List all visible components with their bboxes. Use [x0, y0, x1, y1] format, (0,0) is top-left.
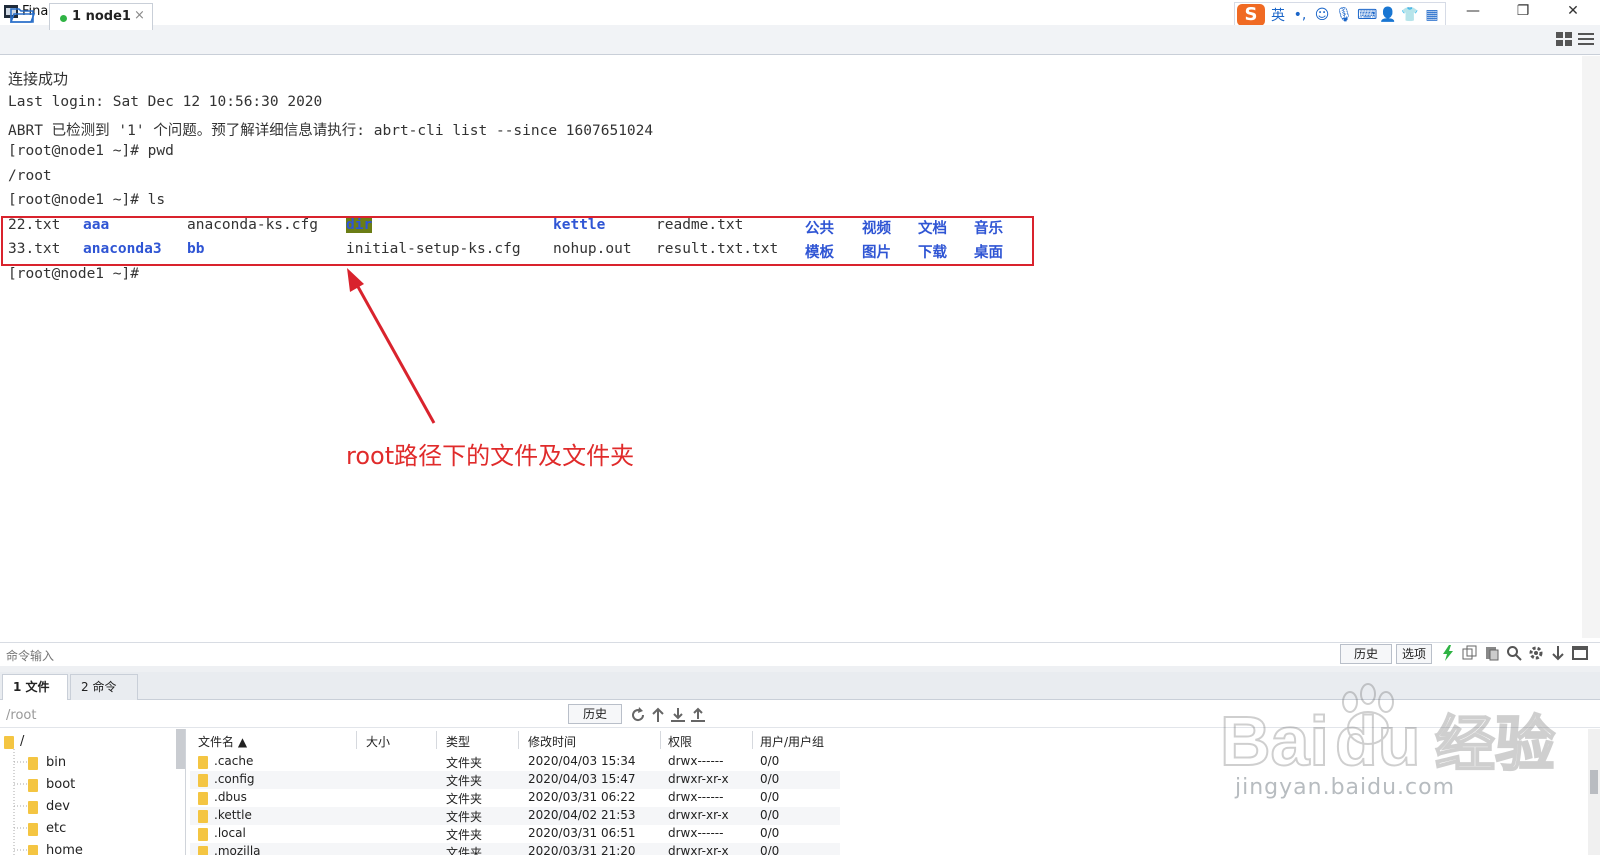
refresh-icon[interactable]: [630, 707, 646, 723]
tab-label: 1 node1: [72, 9, 131, 24]
close-window-button[interactable]: ✕: [1550, 0, 1596, 24]
file-table-scrollbar-thumb[interactable]: [1590, 770, 1598, 794]
svg-text:Bai: Bai: [1220, 702, 1329, 780]
up-directory-icon[interactable]: [650, 707, 666, 723]
folder-open-icon[interactable]: [10, 6, 36, 24]
terminal-line: 连接成功: [8, 70, 69, 88]
folder-icon: [198, 846, 208, 855]
sogou-ime-icon[interactable]: S: [1237, 4, 1265, 26]
file-row[interactable]: .dbus 文件夹 2020/03/31 06:22 drwx------ 0/…: [190, 789, 840, 807]
user-icon[interactable]: 👤: [1379, 7, 1397, 23]
maximize-panel-icon[interactable]: [1572, 645, 1588, 661]
baidu-watermark-logo: Bai du 经验: [1219, 683, 1556, 781]
file-row[interactable]: .kettle 文件夹 2020/04/02 21:53 drwxr-xr-x …: [190, 807, 840, 825]
search-icon[interactable]: [1506, 645, 1522, 661]
annotation-caption: root路径下的文件及文件夹: [346, 442, 635, 470]
restore-button[interactable]: ❐: [1500, 0, 1546, 24]
menu-icon[interactable]: [1578, 31, 1594, 47]
column-header-permissions[interactable]: 权限: [668, 733, 692, 751]
folder-icon: [198, 828, 208, 841]
tab-commands[interactable]: 2 命令: [70, 674, 138, 700]
file-row[interactable]: .cache 文件夹 2020/04/03 15:34 drwx------ 0…: [190, 753, 840, 771]
svg-text:经验: 经验: [1435, 710, 1555, 780]
ime-punctuation-toggle[interactable]: •,: [1291, 7, 1309, 23]
terminal-prompt: [root@node1 ~]#: [8, 266, 139, 282]
skin-icon[interactable]: 👕: [1401, 7, 1419, 23]
file-row[interactable]: .config 文件夹 2020/04/03 15:47 drwxr-xr-x …: [190, 771, 840, 789]
terminal-scrollbar[interactable]: [1582, 56, 1600, 638]
terminal-line: Last login: Sat Dec 12 10:56:30 2020: [8, 94, 323, 110]
tab-close-icon[interactable]: ×: [134, 8, 145, 23]
terminal-line: /root: [8, 168, 52, 184]
folder-icon: [198, 756, 208, 769]
terminal-line: ABRT 已检测到 '1' 个问题。预了解详细信息请执行: abrt-cli l…: [8, 123, 654, 139]
column-header-modified[interactable]: 修改时间: [528, 733, 576, 751]
upload-icon[interactable]: [690, 707, 706, 723]
column-header-size[interactable]: 大小: [366, 733, 390, 751]
arrow-down-icon[interactable]: [1550, 645, 1566, 661]
annotation-highlight-box: [1, 216, 1034, 266]
paste-icon[interactable]: [1484, 645, 1500, 661]
folder-icon: [28, 779, 38, 792]
path-history-button[interactable]: 历史: [568, 704, 622, 724]
directory-tree: / bin boot dev etc home: [0, 729, 186, 855]
tab-node1[interactable]: 1 node1 ×: [49, 3, 153, 30]
watermark-url: jingyan.baidu.com: [1235, 775, 1456, 800]
ime-language-toggle[interactable]: 英: [1269, 5, 1287, 25]
tab-files[interactable]: 1 文件: [2, 674, 68, 700]
column-header-type[interactable]: 类型: [446, 733, 470, 751]
tree-connector-lines: [13, 749, 28, 855]
terminal-line: [root@node1 ~]# ls: [8, 192, 166, 208]
path-input[interactable]: [4, 705, 548, 725]
lightning-icon[interactable]: [1440, 645, 1456, 661]
folder-icon: [28, 845, 38, 855]
terminal-line: [root@node1 ~]# pwd: [8, 143, 174, 159]
folder-icon: [28, 801, 38, 814]
session-tab-bar: [0, 25, 1600, 55]
folder-icon: [198, 774, 208, 787]
command-options-button[interactable]: 选项: [1396, 644, 1432, 664]
keyboard-icon[interactable]: ⌨: [1357, 7, 1377, 23]
minimize-button[interactable]: —: [1450, 0, 1496, 24]
gear-icon[interactable]: [1528, 645, 1544, 661]
file-row[interactable]: .mozilla 文件夹 2020/03/31 21:20 drwxr-xr-x…: [190, 843, 840, 855]
folder-icon: [198, 792, 208, 805]
command-input[interactable]: [4, 646, 1328, 666]
emoji-icon[interactable]: ☺: [1313, 7, 1331, 23]
terminal-output[interactable]: 连接成功 Last login: Sat Dec 12 10:56:30 202…: [0, 56, 1582, 638]
svg-text:du: du: [1335, 702, 1421, 780]
command-history-button[interactable]: 历史: [1340, 644, 1392, 664]
column-header-name[interactable]: 文件名 ▲: [198, 733, 247, 751]
layout-grid-icon[interactable]: [1556, 32, 1572, 46]
folder-icon: [28, 823, 38, 836]
grid-icon[interactable]: ▦: [1423, 7, 1441, 23]
connection-status-dot: [60, 15, 67, 22]
microphone-icon[interactable]: 🎙: [1335, 7, 1353, 23]
folder-icon: [198, 810, 208, 823]
tree-scrollbar[interactable]: [176, 729, 185, 769]
download-icon[interactable]: [670, 707, 686, 723]
copy-icon[interactable]: [1462, 645, 1478, 661]
file-row[interactable]: .local 文件夹 2020/03/31 06:51 drwx------ 0…: [190, 825, 840, 843]
folder-icon: [28, 757, 38, 770]
column-header-owner[interactable]: 用户/用户组: [760, 733, 824, 751]
